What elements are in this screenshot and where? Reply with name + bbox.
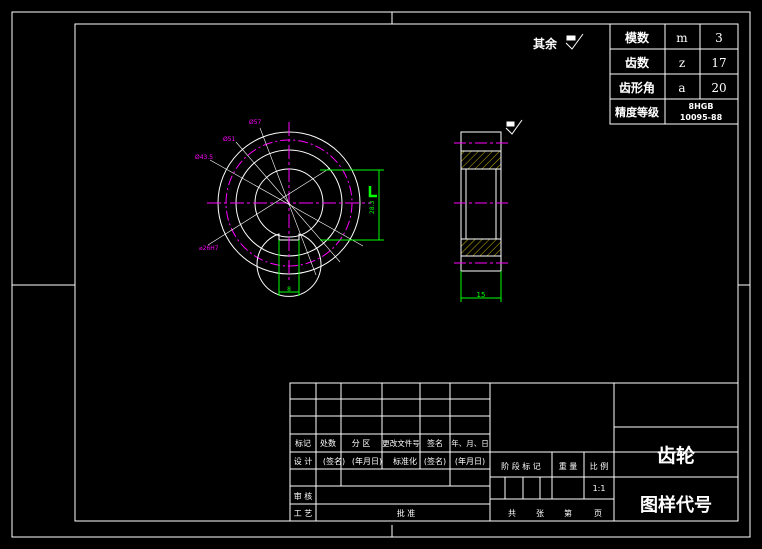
rev-header-date: 年、月、日 <box>451 438 489 448</box>
roughness-symbol-icon <box>565 33 584 50</box>
page-label: 第 <box>564 508 572 518</box>
dim-pitch-diameter: Ø51 <box>223 136 236 143</box>
weight-label: 重 量 <box>559 461 578 471</box>
approve-label: 批 准 <box>397 508 416 518</box>
rev-header-mark: 标记 <box>295 438 311 448</box>
param-symbol-pressure-angle: a <box>678 81 685 95</box>
param-symbol-teeth: z <box>679 56 685 70</box>
param-name-accuracy: 精度等级 <box>615 105 660 119</box>
design-signature: (签名) <box>323 456 345 466</box>
standardization-signature: (签名) <box>424 456 446 466</box>
param-value-accuracy-line1: 8HGB <box>689 102 714 111</box>
stage-label: 阶 段 标 记 <box>501 461 541 471</box>
side-roughness-symbol-icon <box>505 119 523 135</box>
dim-root-diameter: Ø43.5 <box>195 154 213 161</box>
page-suffix: 页 <box>594 509 602 518</box>
surface-roughness-note: 其余 <box>533 33 584 51</box>
cad-drawing: 其余 模数 m 3 齿数 z 17 齿形角 a 20 精度等级 8HGB 100… <box>11 11 751 538</box>
review-label: 审 核 <box>294 491 313 501</box>
process-label: 工 艺 <box>294 509 313 518</box>
drawing-code-label: 图样代号 <box>640 494 712 516</box>
front-dimension-lines <box>278 169 384 296</box>
standardization-label: 标准化 <box>393 456 417 466</box>
param-symbol-module: m <box>676 31 688 45</box>
dim-keyway-depth: 28.3 <box>369 200 376 214</box>
param-name-module: 模数 <box>625 30 650 45</box>
scale-value: 1:1 <box>593 484 606 493</box>
dim-face-width: 15 <box>477 291 486 299</box>
rev-header-count: 处数 <box>320 438 336 448</box>
design-date: (年月日) <box>352 456 382 466</box>
part-name: 齿轮 <box>657 444 695 467</box>
rev-header-document: 更改文件号 <box>382 438 420 448</box>
param-value-pressure-angle: 20 <box>711 81 726 95</box>
gear-front-view: Ø57 Ø51 Ø43.5 ⌀26H7 28.3 8 <box>195 119 384 297</box>
dim-outer-diameter: Ø57 <box>249 119 262 126</box>
front-center-lines <box>207 122 371 283</box>
sheet-label: 张 <box>536 509 544 518</box>
design-label: 设 计 <box>294 456 313 466</box>
dim-bore-diameter: ⌀26H7 <box>199 245 219 252</box>
scale-label: 比 例 <box>590 461 609 471</box>
rev-header-zone: 分 区 <box>352 439 371 448</box>
param-value-module: 3 <box>715 31 723 45</box>
param-name-pressure-angle: 齿形角 <box>619 80 655 95</box>
standardization-date: (年月日) <box>455 456 485 466</box>
gear-parameter-table: 模数 m 3 齿数 z 17 齿形角 a 20 精度等级 8HGB 10095-… <box>609 23 739 125</box>
dim-keyway-width: 8 <box>287 286 291 293</box>
param-value-teeth: 17 <box>711 56 726 70</box>
surface-note-label: 其余 <box>533 36 558 51</box>
total-label: 共 <box>508 509 516 518</box>
param-value-accuracy-line2: 10095-88 <box>680 113 723 122</box>
roughness-mark-icon <box>368 186 377 198</box>
param-name-teeth: 齿数 <box>625 55 650 70</box>
gear-side-view: 15 <box>454 119 523 302</box>
title-block: 标记 处数 分 区 更改文件号 签名 年、月、日 设 计 (签名) (年月日) … <box>289 382 739 522</box>
rev-header-signature: 签名 <box>427 438 443 448</box>
